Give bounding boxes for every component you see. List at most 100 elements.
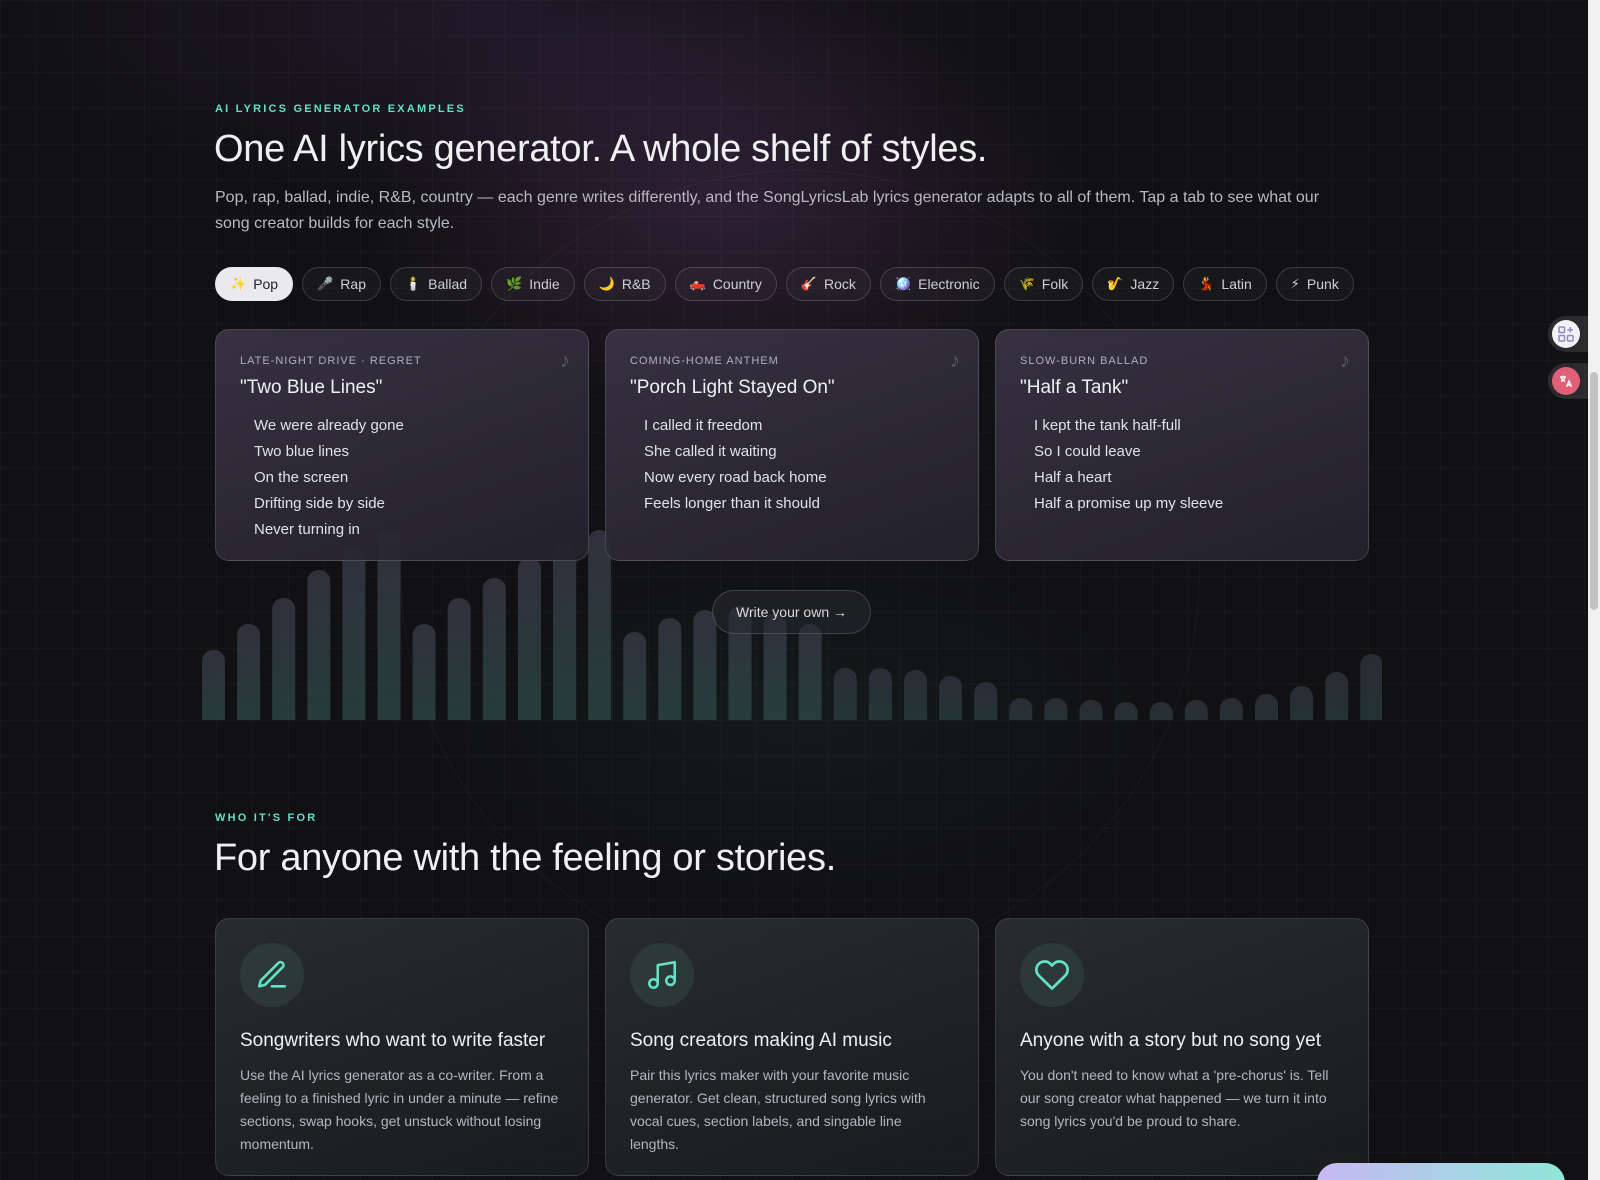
tab-emoji-icon: ✨	[230, 276, 247, 291]
music-note-icon: ♪	[1340, 350, 1350, 372]
tab-label: Latin	[1221, 276, 1252, 292]
audience-card: Song creators making AI music Pair this l…	[605, 918, 979, 1176]
tab-label: Pop	[253, 276, 279, 292]
equalizer-bar	[447, 598, 471, 732]
scrollbar-thumb[interactable]	[1590, 372, 1598, 610]
tab-ballad[interactable]: 🕯️ Ballad	[389, 267, 483, 301]
equalizer-bar	[1360, 654, 1384, 732]
equalizer-bar	[237, 624, 261, 732]
equalizer-bar	[658, 618, 682, 732]
audience-card: Songwriters who want to write faster Use …	[215, 918, 589, 1176]
tab-latin[interactable]: 💃 Latin	[1183, 267, 1267, 301]
equalizer-bar	[1290, 686, 1314, 732]
tab-emoji-icon: 🛻	[689, 276, 706, 291]
examples-eyebrow: AI LYRICS GENERATOR EXAMPLES	[215, 103, 466, 115]
lyric-card-title: "Two Blue Lines"	[240, 377, 383, 398]
lyric-line: Never turning in	[254, 521, 360, 538]
tab-label: R&B	[621, 276, 651, 292]
lyric-line: So I could leave	[1034, 443, 1141, 460]
tab-emoji-icon: 🌾	[1018, 276, 1035, 291]
audience-heading: For anyone with the feeling or stories.	[214, 837, 836, 879]
write-your-own-button[interactable]: Write your own →	[712, 590, 871, 634]
examples-lead: Pop, rap, ballad, indie, R&B, country — …	[215, 189, 1320, 232]
tab-emoji-icon: 🪩	[894, 276, 912, 291]
tab-emoji-icon: 🎤	[317, 276, 334, 291]
lyric-card[interactable]: SLOW-BURN BALLAD ♪ "Half a Tank" I kept the…	[995, 329, 1369, 561]
tab-label: Rock	[824, 276, 856, 292]
tab-rock[interactable]: 🎸 Rock	[785, 267, 871, 301]
audience-card: Anyone with a story but no song yet You d…	[995, 918, 1369, 1176]
equalizer-bar	[974, 682, 998, 732]
lyric-lines: I called it freedom She called it waiting…	[630, 413, 954, 517]
tab-pop[interactable]: ✨ Pop	[215, 267, 294, 301]
music-note-icon: ♪	[560, 350, 570, 372]
tab-label: Ballad	[428, 276, 468, 292]
music-note-icon	[630, 943, 694, 1007]
lyric-card-kicker: LATE-NIGHT DRIVE · REGRET	[240, 355, 422, 367]
audience-card-description: Use the AI lyrics generator as a co-writ…	[240, 1067, 559, 1152]
tab-rap[interactable]: 🎤 Rap	[302, 267, 381, 301]
equalizer-bar	[1009, 698, 1033, 732]
audience-eyebrow: WHO IT'S FOR	[215, 812, 318, 824]
lyric-line: Drifting side by side	[254, 495, 385, 512]
tab-label: Rap	[340, 276, 366, 292]
lyric-card-kicker: COMING-HOME ANTHEM	[630, 355, 779, 367]
tab-country[interactable]: 🛻 Country	[674, 267, 777, 301]
equalizer-bar	[412, 624, 436, 732]
floating-cta-button[interactable]	[1317, 1163, 1565, 1180]
tab-emoji-icon: 🕯️	[404, 276, 422, 291]
tab-emoji-icon: 🎷	[1107, 276, 1124, 291]
tab-emoji-icon: ⚡	[1290, 276, 1300, 291]
heart-icon	[1020, 943, 1084, 1007]
tab-folk[interactable]: 🌾 Folk	[1003, 267, 1084, 301]
tab-punk[interactable]: ⚡ Punk	[1275, 267, 1354, 301]
lyric-lines: We were already gone Two blue lines On the…	[240, 413, 564, 543]
pencil-icon	[240, 943, 304, 1007]
equalizer-bar	[1255, 694, 1278, 732]
tab-label: Indie	[529, 276, 560, 292]
tab-jazz[interactable]: 🎷 Jazz	[1092, 267, 1175, 301]
equalizer-bar	[1079, 700, 1103, 732]
genre-tabs: ✨ Pop 🎤 Rap 🕯️ Ballad 🌿 Indie 🌙 R&B 🛻 Country 🎸 Rock 🪩…	[215, 267, 1354, 301]
audience-card-description: You don't need to know what a 'pre-choru…	[1020, 1067, 1329, 1129]
equalizer-bar	[553, 544, 576, 732]
lyric-lines: I kept the tank half-full So I could leav…	[1020, 413, 1344, 517]
lyric-card-kicker: SLOW-BURN BALLAD	[1020, 355, 1149, 367]
lyric-card-title: "Half a Tank"	[1020, 377, 1129, 398]
equalizer-bar	[307, 570, 331, 732]
audience-card-title: Songwriters who want to write faster	[240, 1030, 546, 1051]
equalizer-bar	[833, 668, 857, 732]
lyric-card[interactable]: LATE-NIGHT DRIVE · REGRET ♪ "Two Blue Line…	[215, 329, 589, 561]
equalizer-bar	[868, 668, 892, 732]
examples-heading: One AI lyrics generator. A whole shelf o…	[214, 128, 988, 170]
equalizer-bar	[693, 610, 717, 732]
tab-r-b[interactable]: 🌙 R&B	[583, 267, 666, 301]
equalizer-bar	[342, 548, 366, 732]
translate-widget-button[interactable]	[1548, 363, 1588, 399]
scrollbar[interactable]	[1588, 0, 1600, 1180]
lyric-line: On the screen	[254, 469, 349, 486]
equalizer-bar	[798, 624, 822, 732]
tab-indie[interactable]: 🌿 Indie	[491, 267, 575, 301]
equalizer-bar	[623, 632, 647, 732]
tab-emoji-icon: 🌙	[598, 276, 615, 291]
equalizer-bar	[1044, 698, 1068, 732]
tab-label: Punk	[1306, 276, 1339, 292]
lyric-card[interactable]: COMING-HOME ANTHEM ♪ "Porch Light Stayed O…	[605, 329, 979, 561]
equalizer-bar	[939, 676, 963, 732]
lyric-line: Feels longer than it should	[644, 495, 820, 512]
lyric-line: I kept the tank half-full	[1034, 417, 1181, 434]
apps-widget-button[interactable]	[1548, 316, 1588, 352]
tab-electronic[interactable]: 🪩 Electronic	[879, 267, 995, 301]
apps-grid-icon	[1552, 320, 1580, 348]
equalizer-bar	[1149, 702, 1173, 732]
translate-icon	[1552, 367, 1580, 395]
tab-label: Country	[712, 276, 762, 292]
music-note-icon: ♪	[950, 350, 960, 372]
equalizer-bar	[1114, 702, 1138, 732]
equalizer-bar	[272, 598, 296, 732]
lyric-line: Half a promise up my sleeve	[1034, 495, 1224, 512]
lyric-line: Two blue lines	[254, 443, 350, 460]
tab-label: Electronic	[918, 276, 980, 292]
equalizer-bar	[1325, 672, 1349, 732]
